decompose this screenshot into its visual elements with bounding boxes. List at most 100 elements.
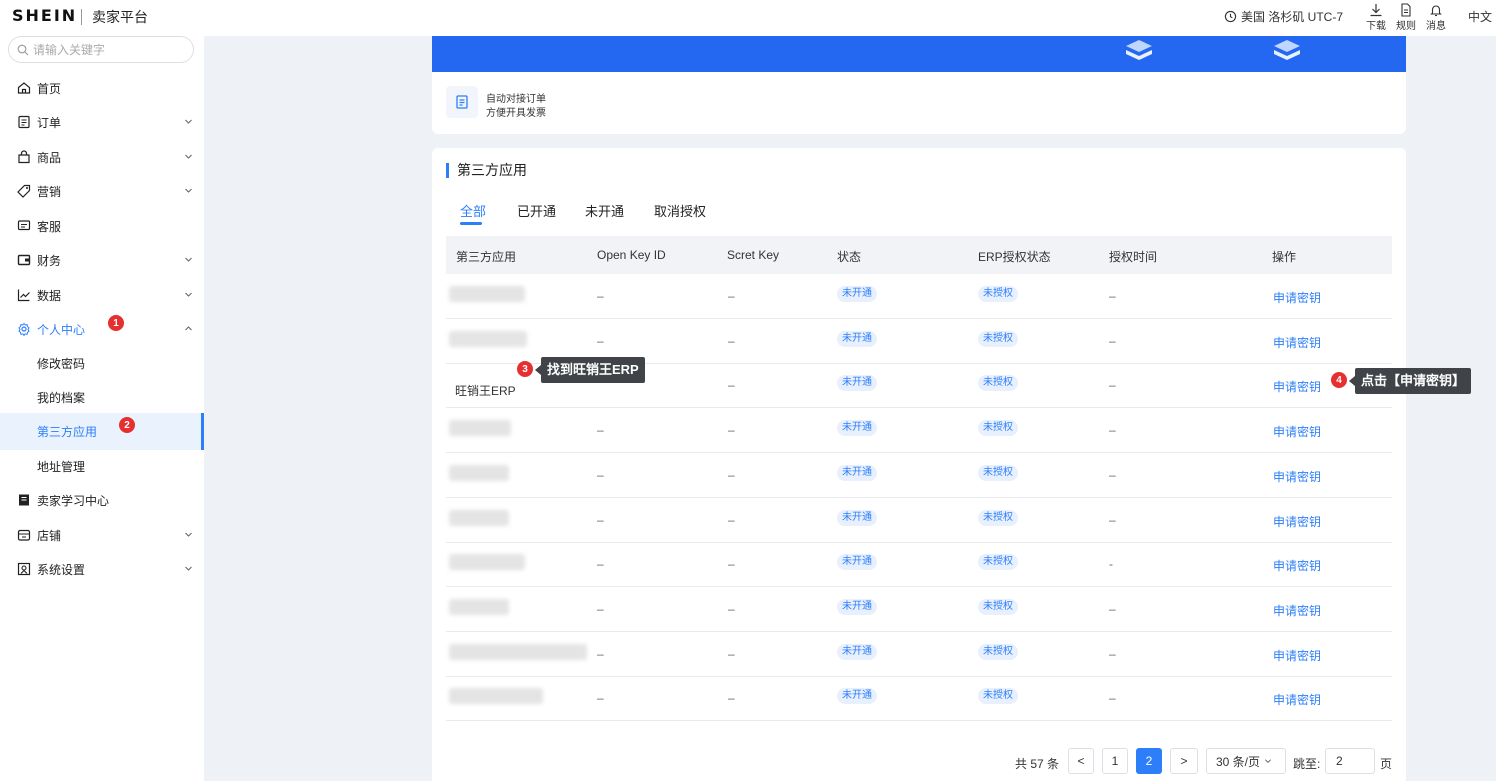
download-icon — [1370, 4, 1382, 17]
apply-key-link[interactable]: 申请密钥 — [1273, 334, 1321, 351]
tab-enabled[interactable]: 已开通 — [517, 201, 556, 220]
page-size-select[interactable]: 30 条/页 — [1206, 748, 1286, 774]
language-selector[interactable]: 中文 — [1468, 8, 1492, 25]
chevron-down-icon — [185, 119, 192, 124]
apply-key-link[interactable]: 申请密钥 — [1273, 423, 1321, 440]
sidebar-subitem-third-party-apps[interactable]: 第三方应用 — [0, 413, 204, 450]
apply-key-link[interactable]: 申请密钥 — [1273, 691, 1321, 708]
table-row: – – 未开通 未授权 – 申请密钥 — [446, 274, 1392, 319]
brand-logo[interactable]: SHEIN — [12, 6, 77, 25]
sidebar-item-seller-learning[interactable]: 卖家学习中心 — [0, 483, 204, 517]
sidebar-item-personal-center[interactable]: 个人中心 — [0, 312, 204, 346]
page-button-1[interactable]: 1 — [1102, 748, 1128, 774]
download-label: 下载 — [1366, 21, 1386, 32]
brand-divider — [81, 9, 82, 25]
erp-status-badge: 未授权 — [978, 509, 1018, 526]
chevron-down-icon — [185, 532, 192, 537]
sidebar-subitem-change-password[interactable]: 修改密码 — [0, 346, 204, 380]
jump-label: 跳至: — [1293, 757, 1321, 771]
status-badge: 未开通 — [837, 464, 877, 481]
sidebar-item-customer-service[interactable]: 客服 — [0, 209, 204, 243]
cube-icon — [1126, 40, 1152, 60]
tab-all[interactable]: 全部 — [460, 201, 486, 220]
messages-button[interactable]: 消息 — [1421, 3, 1451, 32]
jump-page-input[interactable]: 2 — [1325, 748, 1375, 774]
redacted-app-name — [449, 509, 509, 526]
column-header: 操作 — [1272, 250, 1297, 264]
top-bar: SHEIN 卖家平台 美国 洛杉矶 UTC-7 下载 规则 消息 中文 — [0, 0, 1496, 36]
redacted-app-name — [449, 464, 509, 481]
apply-key-link[interactable]: 申请密钥 — [1273, 513, 1321, 530]
table-row: – – 未开通 未授权 - 申请密钥 — [446, 542, 1392, 588]
document-icon — [1401, 3, 1411, 17]
status-badge: 未开通 — [837, 420, 877, 437]
tab-revoked[interactable]: 取消授权 — [654, 201, 706, 220]
sidebar-item-label: 首页 — [37, 81, 62, 96]
settings-icon — [17, 562, 31, 576]
sidebar-item-data[interactable]: 数据 — [0, 278, 204, 312]
page-button-2[interactable]: 2 — [1136, 748, 1162, 774]
redacted-app-name — [449, 554, 525, 571]
messages-label: 消息 — [1426, 21, 1446, 32]
sidebar-item-marketing[interactable]: 营销 — [0, 174, 204, 208]
chevron-down-icon — [185, 257, 192, 262]
erp-status-badge: 未授权 — [978, 420, 1018, 437]
erp-status-badge: 未授权 — [978, 643, 1018, 660]
apply-key-link[interactable]: 申请密钥 — [1273, 557, 1321, 574]
wallet-icon — [17, 253, 31, 267]
tab-not-enabled[interactable]: 未开通 — [585, 201, 624, 220]
apply-key-link[interactable]: 申请密钥 — [1273, 378, 1321, 395]
prev-page-button[interactable]: < — [1068, 748, 1094, 774]
promo-banner — [432, 36, 1406, 72]
redacted-app-name — [449, 286, 525, 302]
feature-text-2: 方便开具发票 — [486, 108, 546, 119]
sidebar-item-label: 财务 — [37, 253, 62, 268]
chart-icon — [17, 288, 31, 302]
sidebar-item-label: 订单 — [37, 115, 62, 130]
sidebar-item-system-settings[interactable]: 系统设置 — [0, 552, 204, 586]
bag-icon — [17, 150, 31, 164]
apply-key-link[interactable]: 申请密钥 — [1273, 602, 1321, 619]
home-icon — [17, 81, 31, 95]
timezone-selector[interactable]: 美国 洛杉矶 UTC-7 — [1224, 8, 1343, 25]
redacted-app-name — [449, 598, 509, 615]
page-unit-label: 页 — [1380, 757, 1393, 771]
apply-key-link[interactable]: 申请密钥 — [1273, 647, 1321, 664]
sidebar-item-label: 个人中心 — [37, 322, 86, 337]
feature-card: 自动对接订单 方便开具发票 — [432, 72, 1406, 134]
apply-key-link[interactable]: 申请密钥 — [1273, 289, 1321, 306]
download-button[interactable]: 下载 — [1361, 3, 1391, 32]
column-header: Open Key ID — [597, 248, 666, 262]
open-key-id: – — [597, 557, 604, 572]
sidebar-item-label: 系统设置 — [37, 562, 86, 577]
pagination-total: 共 57 条 — [1015, 757, 1060, 771]
sidebar-item-store[interactable]: 店铺 — [0, 518, 204, 552]
next-page-button[interactable]: > — [1170, 748, 1198, 774]
step-badge-1: 1 — [108, 315, 124, 331]
callout-apply-key: 点击【申请密钥】 — [1348, 368, 1472, 394]
third-party-apps-card: 第三方应用 全部 已开通 未开通 取消授权 第三方应用 Open Key ID … — [432, 148, 1406, 781]
erp-status-badge: 未授权 — [978, 464, 1018, 481]
sidebar-subitem-label: 我的档案 — [37, 390, 86, 405]
apply-key-link[interactable]: 申请密钥 — [1273, 468, 1321, 485]
table-header: 第三方应用 Open Key ID Scret Key 状态 ERP授权状态 授… — [446, 236, 1392, 274]
sidebar-item-products[interactable]: 商品 — [0, 140, 204, 174]
redacted-app-name — [449, 688, 543, 705]
secret-key: – — [728, 691, 735, 706]
sidebar-subitem-address-management[interactable]: 地址管理 — [0, 449, 204, 483]
status-badge: 未开通 — [837, 688, 877, 705]
rules-button[interactable]: 规则 — [1391, 3, 1421, 32]
auth-time: – — [1109, 423, 1116, 438]
sidebar-item-orders[interactable]: 订单 — [0, 105, 204, 139]
secret-key: – — [728, 512, 735, 527]
open-key-id: – — [597, 333, 604, 348]
column-header: 状态 — [837, 250, 862, 264]
sidebar: 请输入关键字 首页 订单 商品 营销 客服 财务 数据 个人中心 1 修改密码 … — [0, 36, 204, 781]
sidebar-item-finance[interactable]: 财务 — [0, 243, 204, 277]
open-key-id: – — [597, 289, 604, 303]
status-badge: 未开通 — [837, 554, 877, 571]
sidebar-item-home[interactable]: 首页 — [0, 71, 204, 105]
platform-title: 卖家平台 — [92, 9, 148, 25]
search-input[interactable]: 请输入关键字 — [8, 36, 194, 63]
sidebar-subitem-my-profile[interactable]: 我的档案 — [0, 380, 204, 414]
